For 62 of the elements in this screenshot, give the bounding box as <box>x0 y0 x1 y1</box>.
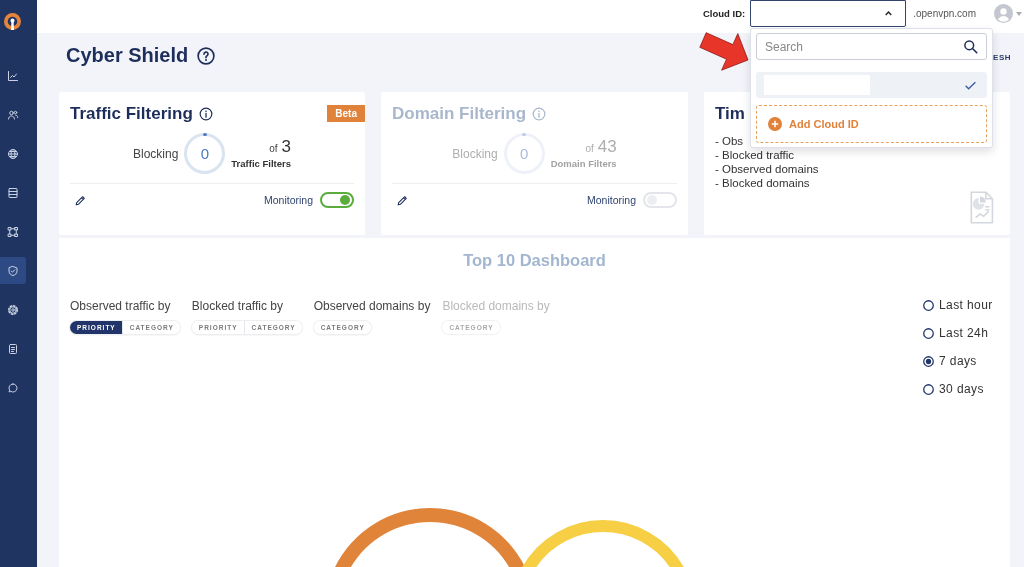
filter-total-label: Domain Filters <box>550 157 617 170</box>
list-item: - Blocked traffic <box>715 148 796 162</box>
users-icon <box>7 108 19 121</box>
caret-up-icon <box>885 11 893 16</box>
group-label: Blocked traffic by <box>191 298 283 315</box>
filter-total: 43 <box>597 137 617 156</box>
annotation-arrow <box>699 32 749 71</box>
group-label: Observed domains by <box>313 298 431 315</box>
monitoring-label: Monitoring <box>586 194 636 206</box>
monitoring-label: Monitoring <box>263 194 313 206</box>
card-title: Traffic Filtering <box>70 104 193 124</box>
list-item: - Blocked domains <box>715 176 811 190</box>
monitoring-toggle[interactable] <box>320 192 354 208</box>
time-range-option[interactable]: 30 days <box>923 381 1010 397</box>
time-range-option[interactable]: Last hour <box>923 297 1010 313</box>
filter-total-label: Traffic Filters <box>231 157 291 170</box>
cloud-id-label: Cloud ID: <box>702 7 746 21</box>
blocking-label: Blocking <box>133 146 179 161</box>
time-range-option[interactable]: Last 24h <box>923 325 1010 341</box>
filter-total: 3 <box>281 137 291 156</box>
blocking-label: Blocking <box>452 146 498 161</box>
settings-icon <box>7 303 19 316</box>
time-range-option[interactable]: 7 days <box>923 353 1010 369</box>
blocking-count: 0 <box>200 145 209 162</box>
ring-dot-icon <box>522 133 527 136</box>
domain-suffix: .openvpn.com <box>913 7 976 21</box>
caret-down-icon <box>1016 11 1022 16</box>
beta-badge: Beta <box>327 105 365 122</box>
search-icon[interactable] <box>963 39 978 54</box>
globe-icon <box>7 147 19 160</box>
document-icon <box>7 342 19 355</box>
card-title: Tim <box>715 104 745 124</box>
radio-icon[interactable] <box>923 327 934 339</box>
group-label: Blocked domains by <box>442 298 550 315</box>
logo-icon <box>4 13 21 30</box>
edit-icon[interactable] <box>74 193 87 207</box>
of-label: of <box>585 141 594 156</box>
list-item: - Obs <box>715 134 745 148</box>
help-icon[interactable] <box>197 46 216 65</box>
network-icon <box>7 225 19 238</box>
line-chart-icon <box>7 69 19 82</box>
cloud-id-select[interactable] <box>750 0 907 27</box>
radio-icon[interactable] <box>923 383 934 395</box>
plus-circle-icon <box>768 117 782 131</box>
group-label: Observed traffic by <box>70 298 171 315</box>
info-icon[interactable] <box>198 107 213 121</box>
table-icon <box>7 186 19 199</box>
avatar-icon <box>994 4 1013 23</box>
panel-title: Top 10 Dashboard <box>463 250 606 270</box>
card-title: Domain Filtering <box>392 104 527 124</box>
of-label: of <box>269 141 278 156</box>
shield-check-icon <box>7 264 19 277</box>
radio-icon[interactable] <box>923 355 934 367</box>
chat-icon <box>7 381 19 394</box>
refresh-button[interactable]: ESH <box>993 52 1011 62</box>
ring-dot-icon <box>202 133 207 136</box>
blocking-count: 0 <box>520 145 529 162</box>
page-title: Cyber Shield <box>66 44 189 67</box>
list-item: - Observed domains <box>715 162 820 176</box>
radio-icon[interactable] <box>923 299 934 311</box>
search-field[interactable]: Search <box>756 33 987 60</box>
sidebar-item[interactable] <box>0 257 26 284</box>
